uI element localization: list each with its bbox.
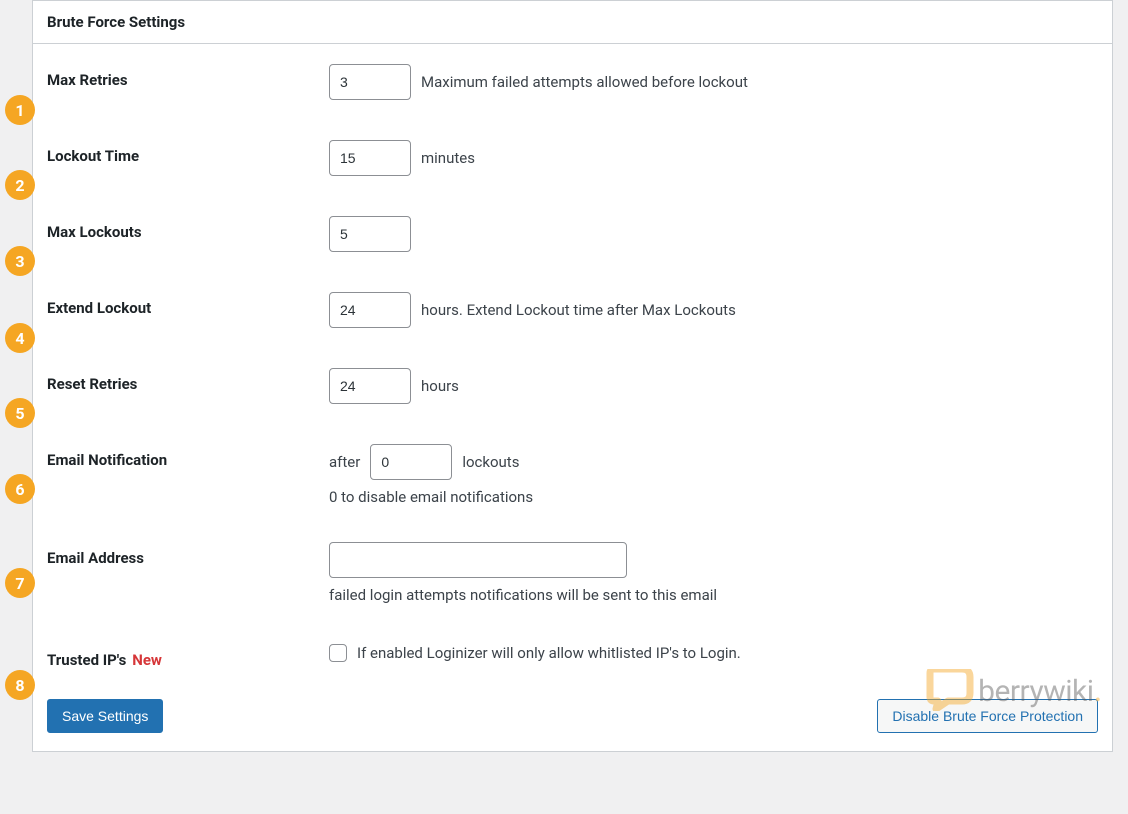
- trusted-ips-checkbox[interactable]: [329, 644, 347, 662]
- row-max-lockouts: Max Lockouts: [47, 216, 1098, 252]
- label-max-lockouts: Max Lockouts: [47, 223, 142, 241]
- email-notif-suffix: lockouts: [462, 453, 519, 471]
- email-notif-prefix: after: [329, 453, 360, 471]
- annotation-badge-5: 5: [5, 398, 35, 428]
- row-lockout-time: Lockout Time minutes: [47, 140, 1098, 176]
- row-max-retries: Max Retries Maximum failed attempts allo…: [47, 64, 1098, 100]
- label-reset-retries: Reset Retries: [47, 375, 137, 393]
- row-trusted-ips: Trusted IP's New If enabled Loginizer wi…: [47, 644, 1098, 669]
- max-lockouts-input[interactable]: [329, 216, 411, 252]
- new-badge: New: [132, 651, 162, 669]
- panel-body: Max Retries Maximum failed attempts allo…: [33, 44, 1112, 751]
- email-address-input[interactable]: [329, 542, 627, 578]
- annotation-badge-4: 4: [5, 323, 35, 353]
- label-lockout-time: Lockout Time: [47, 147, 139, 165]
- max-retries-help: Maximum failed attempts allowed before l…: [421, 73, 748, 91]
- extend-lockout-input[interactable]: [329, 292, 411, 328]
- label-trusted-ips: Trusted IP's: [47, 651, 126, 669]
- annotation-badge-8: 8: [5, 670, 35, 700]
- panel-title: Brute Force Settings: [47, 13, 1098, 31]
- save-settings-button[interactable]: Save Settings: [47, 699, 163, 733]
- label-max-retries: Max Retries: [47, 71, 128, 89]
- max-retries-input[interactable]: [329, 64, 411, 100]
- extend-lockout-help: hours. Extend Lockout time after Max Loc…: [421, 301, 736, 319]
- row-email-notification: Email Notification after lockouts 0 to d…: [47, 444, 1098, 506]
- reset-retries-input[interactable]: [329, 368, 411, 404]
- email-notif-sub: 0 to disable email notifications: [329, 488, 1098, 506]
- row-reset-retries: Reset Retries hours: [47, 368, 1098, 404]
- row-email-address: Email Address failed login attempts noti…: [47, 542, 1098, 604]
- label-email-address: Email Address: [47, 549, 144, 567]
- annotation-badge-1: 1: [5, 95, 35, 125]
- annotation-badge-2: 2: [5, 170, 35, 200]
- annotation-badge-7: 7: [5, 568, 35, 598]
- row-extend-lockout: Extend Lockout hours. Extend Lockout tim…: [47, 292, 1098, 328]
- button-row: Save Settings Disable Brute Force Protec…: [47, 699, 1098, 733]
- settings-panel: Brute Force Settings Max Retries Maximum…: [32, 0, 1113, 752]
- disable-protection-button[interactable]: Disable Brute Force Protection: [877, 699, 1098, 733]
- trusted-ips-help: If enabled Loginizer will only allow whi…: [357, 644, 741, 662]
- annotation-badge-6: 6: [5, 474, 35, 504]
- email-notification-input[interactable]: [370, 444, 452, 480]
- label-email-notification: Email Notification: [47, 451, 167, 469]
- reset-retries-help: hours: [421, 377, 459, 395]
- lockout-time-input[interactable]: [329, 140, 411, 176]
- panel-header: Brute Force Settings: [33, 1, 1112, 44]
- annotation-badge-3: 3: [5, 246, 35, 276]
- lockout-time-help: minutes: [421, 149, 475, 167]
- email-address-sub: failed login attempts notifications will…: [329, 586, 1098, 604]
- label-extend-lockout: Extend Lockout: [47, 299, 151, 317]
